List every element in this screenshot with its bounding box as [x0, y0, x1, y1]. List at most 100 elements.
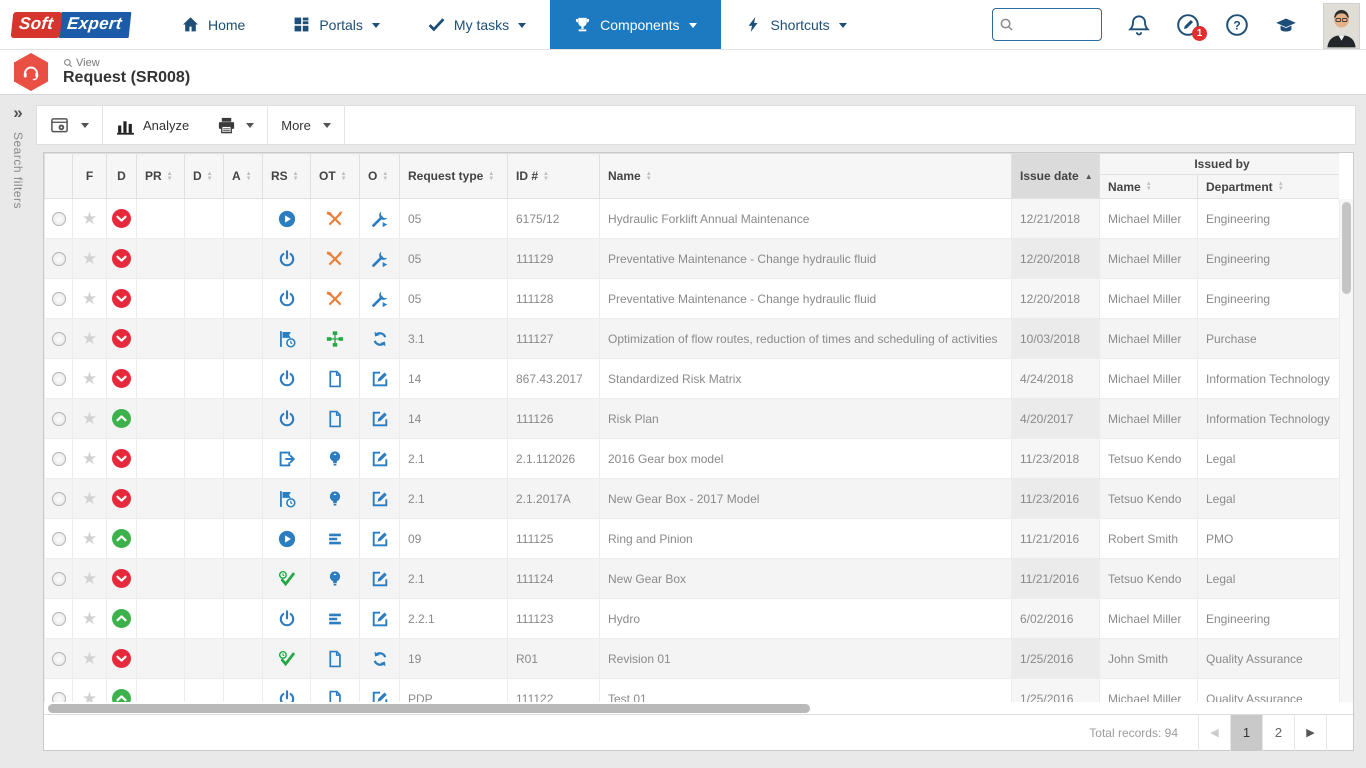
table-row[interactable]: ★ 14 111126 Risk Plan 4/20/2017 Michael …	[45, 399, 1340, 439]
nav-item-portals[interactable]: Portals	[269, 0, 404, 49]
notifications-bell-icon[interactable]	[1127, 13, 1151, 37]
table-row[interactable]: ★ 09 111125 Ring and Pinion 11/21/2016 R…	[45, 519, 1340, 559]
table-row[interactable]: ★ 3.1 111127 Optimization of flow routes…	[45, 319, 1340, 359]
row-select-radio[interactable]	[52, 532, 66, 546]
edit-icon[interactable]	[371, 410, 389, 428]
col-favorite[interactable]: F	[73, 154, 107, 199]
col-department[interactable]: Department▲▼	[1198, 175, 1340, 199]
lines-icon[interactable]	[326, 530, 344, 548]
row-select-radio[interactable]	[52, 492, 66, 506]
col-status[interactable]: D	[107, 154, 137, 199]
nav-item-home[interactable]: Home	[158, 0, 269, 49]
row-select-radio[interactable]	[52, 692, 66, 702]
row-select-radio[interactable]	[52, 652, 66, 666]
table-row[interactable]: ★ 2.1 2.1.112026 2016 Gear box model 11/…	[45, 439, 1340, 479]
nav-item-shortcuts[interactable]: Shortcuts	[721, 0, 871, 49]
view-options-button[interactable]	[37, 106, 103, 144]
edit-icon[interactable]	[371, 370, 389, 388]
vertical-scrollbar[interactable]	[1339, 199, 1353, 702]
bulb-icon[interactable]	[326, 450, 344, 468]
favorite-star-icon[interactable]: ★	[82, 329, 97, 348]
edit-icon[interactable]	[371, 570, 389, 588]
play-circle-icon[interactable]	[278, 210, 296, 228]
softexpert-logo[interactable]: Soft Expert	[0, 0, 158, 49]
row-select-radio[interactable]	[52, 332, 66, 346]
favorite-star-icon[interactable]: ★	[82, 449, 97, 468]
sync-icon[interactable]	[371, 650, 389, 668]
row-select-radio[interactable]	[52, 572, 66, 586]
wrench-arrow-icon[interactable]	[371, 250, 389, 268]
table-row[interactable]: ★ 2.1 111124 New Gear Box 11/21/2016 Tet…	[45, 559, 1340, 599]
favorite-star-icon[interactable]: ★	[82, 689, 97, 702]
flag-clock-icon[interactable]	[278, 490, 296, 508]
table-row[interactable]: ★ 2.2.1 111123 Hydro 6/02/2016 Michael M…	[45, 599, 1340, 639]
global-search[interactable]	[992, 8, 1102, 41]
wrench-arrow-icon[interactable]	[371, 210, 389, 228]
col-o[interactable]: O▲▼	[360, 154, 400, 199]
favorite-star-icon[interactable]: ★	[82, 649, 97, 668]
help-icon[interactable]: ?	[1225, 13, 1249, 37]
document-icon[interactable]	[326, 650, 344, 668]
table-row[interactable]: ★ 14 867.43.2017 Standardized Risk Matri…	[45, 359, 1340, 399]
col-rs[interactable]: RS▲▼	[263, 154, 311, 199]
power-icon[interactable]	[278, 690, 296, 703]
more-button[interactable]: More	[268, 106, 345, 144]
row-select-radio[interactable]	[52, 452, 66, 466]
table-row[interactable]: ★ 05 111128 Preventative Maintenance - C…	[45, 279, 1340, 319]
search-input[interactable]	[1018, 17, 1095, 32]
analyze-button[interactable]: Analyze	[116, 116, 189, 135]
row-select-radio[interactable]	[52, 212, 66, 226]
favorite-star-icon[interactable]: ★	[82, 249, 97, 268]
power-icon[interactable]	[278, 250, 296, 268]
document-icon[interactable]	[326, 690, 344, 703]
prev-page-button[interactable]: ◀	[1199, 715, 1231, 751]
row-select-radio[interactable]	[52, 292, 66, 306]
academy-cap-icon[interactable]	[1274, 13, 1298, 37]
favorite-star-icon[interactable]: ★	[82, 489, 97, 508]
power-icon[interactable]	[278, 610, 296, 628]
check-clock-icon[interactable]	[278, 570, 296, 588]
play-circle-icon[interactable]	[278, 530, 296, 548]
favorite-star-icon[interactable]: ★	[82, 529, 97, 548]
edit-icon[interactable]	[371, 450, 389, 468]
bulb-icon[interactable]	[326, 490, 344, 508]
table-row[interactable]: ★ 2.1 2.1.2017A New Gear Box - 2017 Mode…	[45, 479, 1340, 519]
row-select-radio[interactable]	[52, 372, 66, 386]
horizontal-scrollbar[interactable]	[44, 702, 1339, 714]
search-filters-label[interactable]: Search filters	[11, 132, 25, 209]
tools-icon[interactable]	[326, 290, 344, 308]
power-icon[interactable]	[278, 370, 296, 388]
document-icon[interactable]	[326, 370, 344, 388]
table-row[interactable]: ★ 05 111129 Preventative Maintenance - C…	[45, 239, 1340, 279]
power-icon[interactable]	[278, 410, 296, 428]
page-button-1[interactable]: 1	[1231, 715, 1263, 751]
tools-icon[interactable]	[326, 250, 344, 268]
check-clock-icon[interactable]	[278, 650, 296, 668]
col-pr[interactable]: PR▲▼	[137, 154, 185, 199]
edit-icon[interactable]	[371, 610, 389, 628]
table-row[interactable]: ★ PDP 111122 Test 01 1/25/2016 Michael M…	[45, 679, 1340, 703]
favorite-star-icon[interactable]: ★	[82, 289, 97, 308]
edit-icon[interactable]	[371, 490, 389, 508]
horizontal-scrollbar-thumb[interactable]	[48, 704, 810, 713]
row-select-radio[interactable]	[52, 612, 66, 626]
col-ot[interactable]: OT▲▼	[311, 154, 360, 199]
edit-icon[interactable]	[371, 530, 389, 548]
feedback-pen-icon[interactable]: 1	[1176, 13, 1200, 37]
col-issued-name[interactable]: Name▲▼	[1100, 175, 1198, 199]
col-id[interactable]: ID #▲▼	[508, 154, 600, 199]
flag-clock-icon[interactable]	[278, 330, 296, 348]
expand-filters-icon[interactable]: »	[13, 106, 22, 120]
col-a[interactable]: A▲▼	[224, 154, 263, 199]
workflow-icon[interactable]	[326, 330, 344, 348]
user-avatar[interactable]	[1323, 3, 1360, 49]
power-icon[interactable]	[278, 290, 296, 308]
lines-icon[interactable]	[326, 610, 344, 628]
document-icon[interactable]	[326, 410, 344, 428]
col-name[interactable]: Name▲▼	[600, 154, 1012, 199]
favorite-star-icon[interactable]: ★	[82, 409, 97, 428]
favorite-star-icon[interactable]: ★	[82, 209, 97, 228]
nav-item-my-tasks[interactable]: My tasks	[404, 0, 550, 49]
favorite-star-icon[interactable]: ★	[82, 609, 97, 628]
table-row[interactable]: ★ 05 6175/12 Hydraulic Forklift Annual M…	[45, 199, 1340, 239]
